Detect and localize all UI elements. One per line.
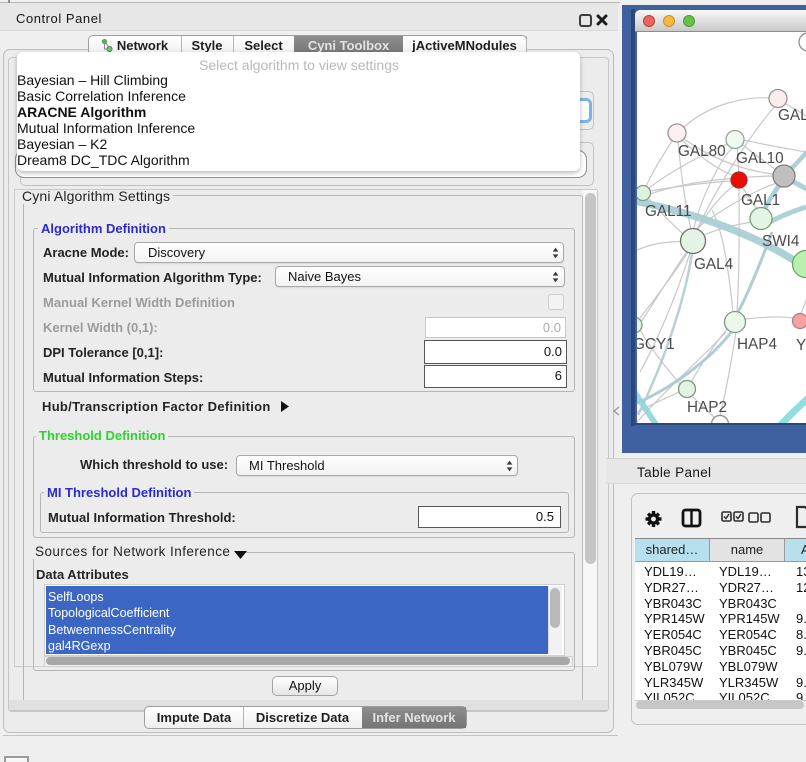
svg-text:GAL4: GAL4 [694,256,734,273]
svg-text:GCY1: GCY1 [637,336,675,353]
svg-text:HAP2: HAP2 [687,399,727,416]
svg-text:HAP4: HAP4 [737,336,777,353]
svg-text:Y: Y [796,337,806,354]
svg-text:GAL1: GAL1 [741,192,780,209]
svg-text:GAL80: GAL80 [678,143,726,160]
svg-text:GAL11: GAL11 [645,203,692,220]
svg-text:GAL10: GAL10 [736,150,784,167]
svg-text:SWI4: SWI4 [762,233,800,250]
svg-text:GAL: GAL [778,107,806,124]
